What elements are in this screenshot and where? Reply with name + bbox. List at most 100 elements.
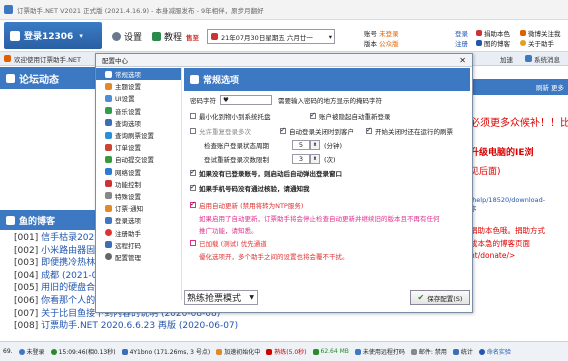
nav-item-login[interactable]: 登录选项 bbox=[96, 214, 181, 226]
remote-icon bbox=[105, 241, 112, 249]
version-status: 版本 公众版 bbox=[364, 40, 399, 48]
status-item: 15:09:46(相0.13秒) bbox=[50, 347, 116, 356]
nav-item-theme[interactable]: 主题设置 bbox=[96, 80, 181, 92]
allow-multi-login-checkbox[interactable]: 允许重复登录多次 bbox=[190, 126, 251, 136]
auto-close-login-checkbox[interactable]: 自动登录关闭时到客户 bbox=[280, 126, 354, 136]
nav-item-config[interactable]: 配置管理 bbox=[96, 251, 181, 263]
book-icon bbox=[152, 32, 161, 41]
gear-icon bbox=[112, 32, 121, 41]
checkbox[interactable] bbox=[280, 126, 286, 134]
status-item: 未使用远程打码 bbox=[354, 347, 405, 356]
status-bar: 69. 未登录 15:09:46(相0.13秒) 4Y1bno (171.26m… bbox=[0, 341, 568, 361]
retry-limit-row: 登试重新登录次数限制 3 ⬍ (次) bbox=[204, 154, 336, 164]
nav-item-register[interactable]: 注册助手 bbox=[96, 226, 181, 238]
retry-limit-input[interactable]: 3 bbox=[292, 154, 310, 164]
section-header: 常规选项 bbox=[184, 68, 470, 91]
theme-icon bbox=[105, 82, 112, 90]
minimize-to-tray-checkbox[interactable]: 最小化到物小到系统托盘 bbox=[190, 111, 271, 121]
priority-channel-checkbox[interactable]: 已加载 (测试) 优先通道 優化选项开，多个助手之间的设置也将会覆不干扰。 bbox=[190, 238, 349, 261]
config-icon bbox=[105, 253, 112, 261]
chevron-down-icon: ▾ bbox=[328, 32, 332, 41]
notice-text: 必须更多众候补！！比你 bbox=[470, 118, 568, 129]
network-icon bbox=[105, 168, 112, 176]
auto-relogin-checkbox[interactable]: 账户被隐起自动重新登录 bbox=[310, 111, 391, 121]
login-icon bbox=[105, 216, 112, 224]
phone-verify-notify-checkbox[interactable]: 如果手机号码没有通过核验，请通知我 bbox=[190, 183, 310, 193]
tab-accelerate[interactable]: 加速 bbox=[500, 54, 513, 64]
chart-icon bbox=[452, 348, 459, 355]
music-icon bbox=[105, 107, 112, 115]
nav-item-control[interactable]: 功能控制 bbox=[96, 178, 181, 190]
download-link[interactable]: /help/18520/download- 序 bbox=[470, 196, 545, 214]
right-panel-header[interactable]: 刷新 更多 bbox=[470, 79, 568, 95]
nav-item-notify[interactable]: 订票·通知 bbox=[96, 202, 181, 214]
speed-icon bbox=[266, 348, 273, 355]
home-icon bbox=[105, 70, 112, 78]
check-interval-input[interactable]: 5 bbox=[292, 140, 310, 150]
clock-icon bbox=[50, 348, 57, 355]
register-link[interactable]: 注册 bbox=[455, 38, 468, 48]
ticket-sale-label: 售至 bbox=[186, 34, 199, 42]
checkbox[interactable] bbox=[190, 168, 196, 176]
nav-item-order[interactable]: 订单设置 bbox=[96, 141, 181, 153]
nav-item-remote[interactable]: 远程打码 bbox=[96, 239, 181, 251]
blog-link[interactable]: 图的博客 bbox=[476, 38, 510, 48]
order-icon bbox=[105, 143, 112, 151]
checkbox[interactable] bbox=[190, 200, 196, 208]
status-item: 62.64 MB bbox=[312, 348, 349, 355]
nav-item-general[interactable]: 常规选项 bbox=[96, 68, 181, 81]
window-titlebar: 订票助手.NET V2021 正式版 (2021.4.16.9) - 本身减服发… bbox=[0, 0, 568, 20]
list-item[interactable]: [008] 订票助手.NET 2020.6.6.23 再版 (2020-06-0… bbox=[14, 320, 354, 333]
spinner-icon[interactable]: ⬍ bbox=[310, 154, 320, 164]
nav-item-ui[interactable]: UI设置 bbox=[96, 92, 181, 104]
auto-update-checkbox[interactable]: 启用自动更新 (禁用将转为NTP服务) 如果启用了自动更新，订票助手将会停止检查… bbox=[190, 200, 440, 235]
blog-header: 鱼的博客 bbox=[0, 210, 96, 230]
mode-select[interactable]: 熟练抢票模式 ▼ bbox=[184, 290, 258, 305]
status-item[interactable]: 统计 bbox=[452, 347, 473, 356]
tab-system-messages[interactable]: 系统消息 bbox=[525, 54, 560, 64]
close-icon[interactable]: ✕ bbox=[459, 56, 466, 65]
status-item: 加速初始化中 bbox=[216, 347, 260, 356]
checkbox[interactable] bbox=[190, 240, 196, 246]
auto-popup-login-checkbox[interactable]: 如果没有已登录账号，则启动后自动弹出登录窗口 bbox=[190, 168, 342, 178]
status-item: 邮件: 禁用 bbox=[410, 347, 447, 356]
status-item[interactable]: 熟练(5.0秒) bbox=[266, 347, 307, 356]
status-item[interactable]: 命名实验 bbox=[478, 347, 511, 356]
nav-item-query[interactable]: 查询选项 bbox=[96, 117, 181, 129]
nav-item-network[interactable]: 网络设置 bbox=[96, 166, 181, 178]
login-link[interactable]: 登录 bbox=[455, 28, 468, 38]
save-config-button[interactable]: ✔ 保存配置(S) bbox=[410, 290, 470, 305]
nav-item-refresh[interactable]: 查询刷票设置 bbox=[96, 129, 181, 141]
nav-item-auto-submit[interactable]: 自动提交设置 bbox=[96, 153, 181, 165]
about-link[interactable]: 关于助手 bbox=[520, 38, 554, 48]
memory-icon bbox=[312, 348, 319, 355]
info-icon bbox=[520, 40, 526, 46]
user-icon bbox=[18, 348, 25, 355]
checkbox[interactable] bbox=[190, 183, 196, 191]
home-icon bbox=[4, 55, 11, 62]
blog-icon bbox=[6, 215, 15, 225]
donate-link[interactable]: 捐助本色 bbox=[476, 28, 510, 38]
tab-welcome[interactable]: 欢迎使用订票助手.NET bbox=[14, 54, 81, 64]
ticket-date-select[interactable]: 21年07月30日星期五 六月廿一 ▾ bbox=[207, 29, 335, 44]
config-center-dialog: 配置中心 ✕ 常规选项 主题设置 UI设置 音乐设置 查询选项 查询刷票设置 订… bbox=[95, 53, 473, 313]
tutorial-button[interactable]: 教程 bbox=[152, 30, 182, 43]
weibo-follow-link[interactable]: 微博关注我 bbox=[520, 28, 561, 38]
settings-button[interactable]: 设置 bbox=[112, 30, 142, 43]
rocket-icon bbox=[216, 348, 223, 355]
checkbox[interactable] bbox=[190, 113, 196, 119]
spinner-icon[interactable]: ⬍ bbox=[310, 140, 320, 150]
password-char-input[interactable]: ♥ bbox=[220, 95, 272, 105]
nav-item-special[interactable]: 特殊设置 bbox=[96, 190, 181, 202]
special-icon bbox=[105, 192, 112, 200]
login-12306-button[interactable]: 登录12306 ▾ bbox=[4, 22, 102, 49]
checkbox[interactable] bbox=[310, 111, 316, 119]
donate-notice: 捐助本色哦。捐助方式 成本急的博客页面 nt/donate/> bbox=[470, 226, 545, 261]
captcha-icon bbox=[354, 348, 361, 355]
status-item: 4Y1bno (171.26ms, 3 号点) bbox=[121, 347, 210, 356]
nav-item-music[interactable]: 音乐设置 bbox=[96, 105, 181, 117]
calendar-icon bbox=[211, 33, 218, 40]
close-running-checkbox[interactable]: 开始关闭时还在运行的刷票 bbox=[366, 126, 453, 136]
checkbox[interactable] bbox=[366, 126, 372, 134]
checkbox[interactable] bbox=[190, 128, 196, 134]
